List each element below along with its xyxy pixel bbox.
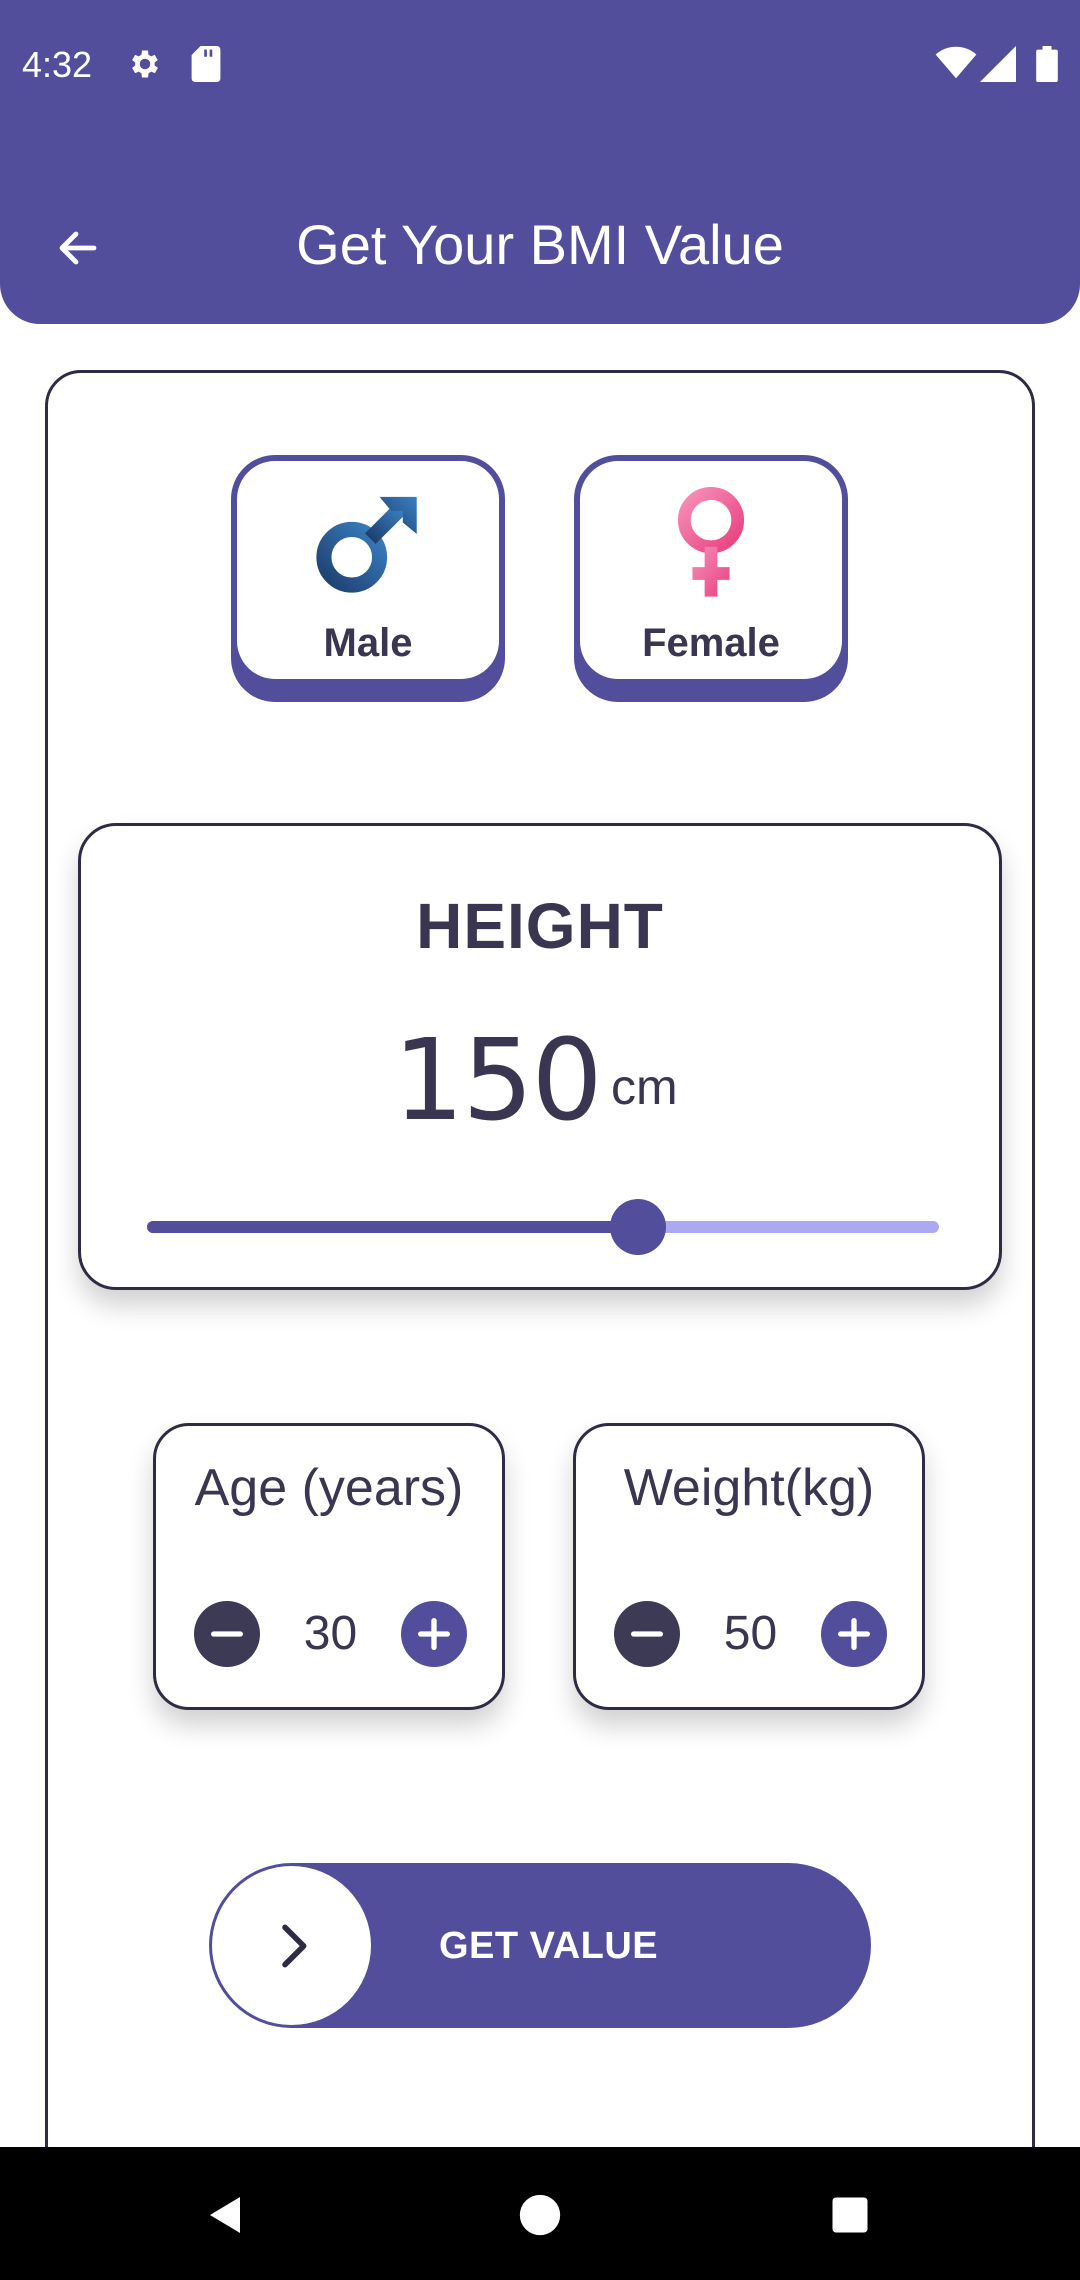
female-label: Female	[642, 621, 780, 665]
gear-icon	[127, 46, 163, 87]
get-value-label: GET VALUE	[439, 1925, 659, 1967]
weight-increment-button[interactable]	[821, 1601, 887, 1667]
male-symbol-icon	[316, 496, 417, 593]
system-nav-bar	[0, 2147, 1080, 2280]
age-decrement-button[interactable]	[194, 1601, 260, 1667]
status-time: 4:32	[22, 44, 93, 85]
minus-icon	[211, 1631, 243, 1637]
page-title: Get Your BMI Value	[296, 213, 784, 276]
age-label: Age (years)	[194, 1459, 464, 1517]
plus-icon	[418, 1618, 450, 1650]
weight-label: Weight(kg)	[623, 1459, 875, 1517]
male-label: Male	[323, 621, 413, 665]
nav-recents-button[interactable]	[818, 2183, 882, 2247]
circle-home-icon	[519, 2194, 561, 2236]
nav-back-button[interactable]	[194, 2183, 258, 2247]
sd-card-icon	[190, 46, 222, 87]
signal-icon	[980, 46, 1016, 87]
chevron-right-icon	[281, 1924, 306, 1967]
height-unit: cm	[611, 1059, 678, 1115]
app-bar: 4:32 Get Your BMI Value	[0, 0, 1080, 324]
get-value-button[interactable]: GET VALUE	[209, 1863, 871, 2028]
female-symbol-icon	[677, 487, 745, 597]
weight-card: Weight(kg) 50	[573, 1423, 925, 1710]
age-increment-button[interactable]	[401, 1601, 467, 1667]
plus-icon	[838, 1618, 870, 1650]
height-slider[interactable]	[147, 1199, 939, 1255]
female-option[interactable]: Female	[574, 455, 848, 702]
slider-thumb[interactable]	[610, 1199, 667, 1255]
male-option[interactable]: Male	[231, 455, 505, 702]
go-knob	[212, 1866, 371, 2025]
slider-fill	[147, 1221, 639, 1233]
age-value: 30	[303, 1607, 358, 1660]
triangle-back-icon	[210, 2197, 240, 2233]
square-recents-icon	[832, 2197, 868, 2233]
wifi-icon	[935, 46, 977, 85]
height-title: HEIGHT	[416, 890, 664, 962]
height-value: 150	[393, 1016, 603, 1146]
weight-value: 50	[723, 1607, 778, 1660]
weight-decrement-button[interactable]	[614, 1601, 680, 1667]
minus-icon	[631, 1631, 663, 1637]
nav-home-button[interactable]	[508, 2183, 572, 2247]
age-card: Age (years) 30	[153, 1423, 505, 1710]
height-card: HEIGHT 150 cm	[78, 823, 1002, 1290]
battery-icon	[1036, 46, 1058, 87]
